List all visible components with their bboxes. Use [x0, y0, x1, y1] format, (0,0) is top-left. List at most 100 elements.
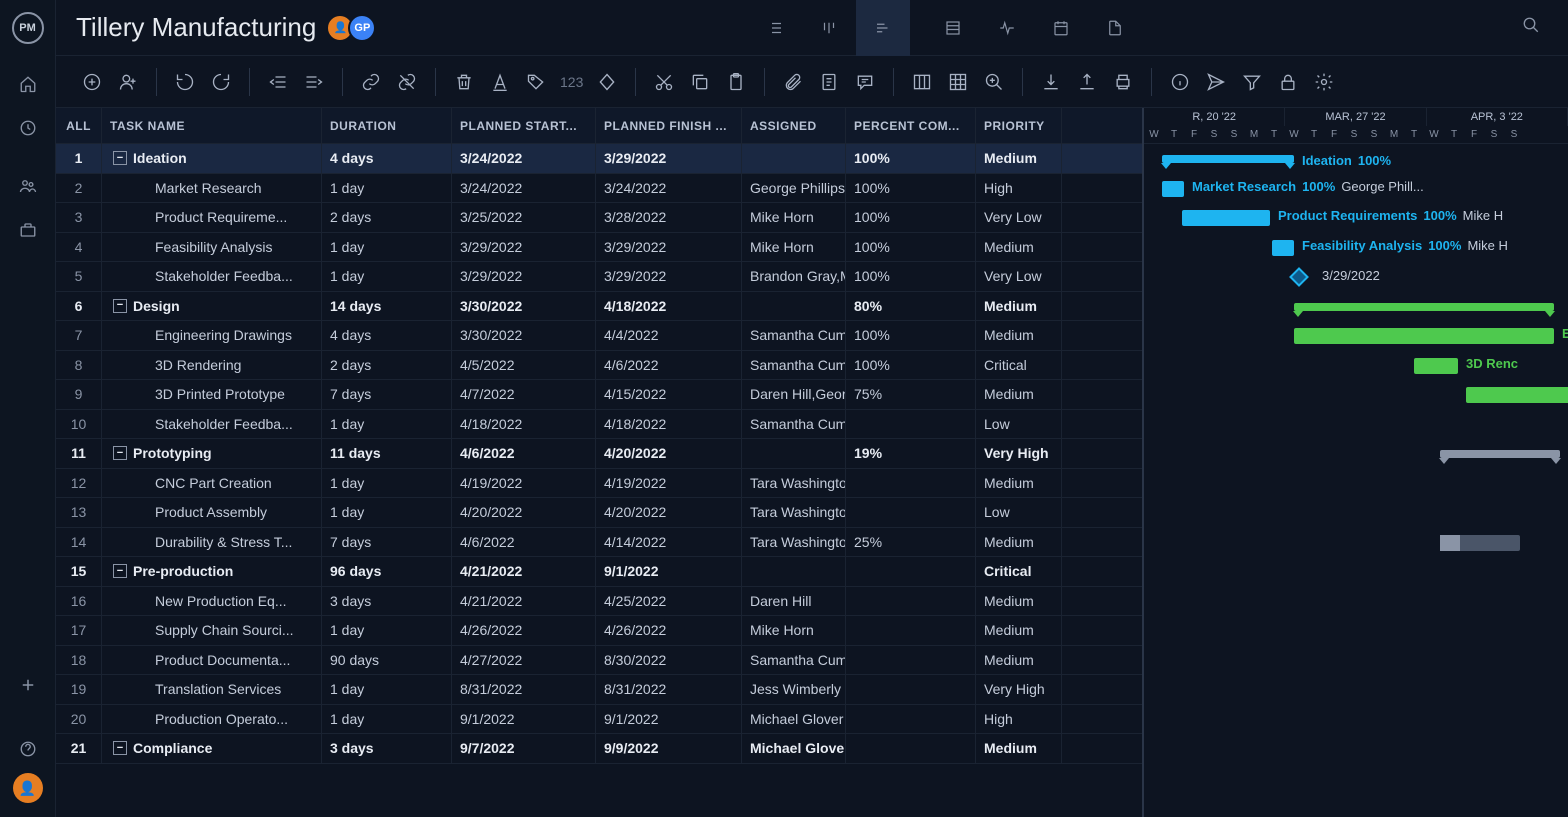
task-row[interactable]: 1 −Ideation 4 days 3/24/2022 3/29/2022 1…: [56, 144, 1142, 174]
info-icon[interactable]: [1164, 66, 1196, 98]
settings-icon[interactable]: [1308, 66, 1340, 98]
collapse-icon[interactable]: −: [113, 564, 127, 578]
view-calendar-icon[interactable]: [1034, 0, 1088, 56]
task-row[interactable]: 4 Feasibility Analysis 1 day 3/29/2022 3…: [56, 233, 1142, 263]
col-duration[interactable]: DURATION: [322, 108, 452, 143]
task-row[interactable]: 16 New Production Eq... 3 days 4/21/2022…: [56, 587, 1142, 617]
task-row[interactable]: 10 Stakeholder Feedba... 1 day 4/18/2022…: [56, 410, 1142, 440]
col-percent[interactable]: PERCENT COM...: [846, 108, 976, 143]
task-grid[interactable]: ALL TASK NAME DURATION PLANNED START... …: [56, 108, 1142, 817]
comment-icon[interactable]: [849, 66, 881, 98]
project-avatars[interactable]: 👤 GP: [332, 14, 376, 42]
gantt-chart[interactable]: R, 20 '22MAR, 27 '22APR, 3 '22 WTFSSMTWT…: [1142, 108, 1568, 817]
columns-icon[interactable]: [906, 66, 938, 98]
task-row[interactable]: 17 Supply Chain Sourci... 1 day 4/26/202…: [56, 616, 1142, 646]
task-row[interactable]: 11 −Prototyping 11 days 4/6/2022 4/20/20…: [56, 439, 1142, 469]
gantt-row: Ideation100%: [1144, 144, 1568, 174]
gantt-bar[interactable]: Product Requirements100%Mike H: [1182, 210, 1270, 226]
task-row[interactable]: 3 Product Requireme... 2 days 3/25/2022 …: [56, 203, 1142, 233]
collapse-icon[interactable]: −: [113, 151, 127, 165]
copy-icon[interactable]: [684, 66, 716, 98]
view-activity-icon[interactable]: [980, 0, 1034, 56]
lock-icon[interactable]: [1272, 66, 1304, 98]
indent-icon[interactable]: [298, 66, 330, 98]
gantt-bar[interactable]: [1294, 303, 1554, 311]
collapse-icon[interactable]: −: [113, 299, 127, 313]
export-icon[interactable]: [1071, 66, 1103, 98]
task-row[interactable]: 9 3D Printed Prototype 7 days 4/7/2022 4…: [56, 380, 1142, 410]
undo-icon[interactable]: [169, 66, 201, 98]
collapse-icon[interactable]: −: [113, 446, 127, 460]
task-row[interactable]: 12 CNC Part Creation 1 day 4/19/2022 4/1…: [56, 469, 1142, 499]
task-row[interactable]: 6 −Design 14 days 3/30/2022 4/18/2022 80…: [56, 292, 1142, 322]
task-row[interactable]: 5 Stakeholder Feedba... 1 day 3/29/2022 …: [56, 262, 1142, 292]
app-logo[interactable]: PM: [12, 12, 44, 44]
col-start[interactable]: PLANNED START...: [452, 108, 596, 143]
grid-icon[interactable]: [942, 66, 974, 98]
clock-icon[interactable]: [8, 108, 48, 148]
gantt-bar[interactable]: [1466, 387, 1568, 403]
col-priority[interactable]: PRIORITY: [976, 108, 1062, 143]
zoom-in-icon[interactable]: [978, 66, 1010, 98]
outdent-icon[interactable]: [262, 66, 294, 98]
milestone-diamond[interactable]: [1289, 267, 1309, 287]
users-icon[interactable]: [8, 166, 48, 206]
filter-icon[interactable]: [1236, 66, 1268, 98]
collapse-icon[interactable]: −: [113, 741, 127, 755]
view-sheet-icon[interactable]: [926, 0, 980, 56]
task-row[interactable]: 18 Product Documenta... 90 days 4/27/202…: [56, 646, 1142, 676]
task-row[interactable]: 19 Translation Services 1 day 8/31/2022 …: [56, 675, 1142, 705]
gantt-bar[interactable]: Market Research100%George Phill...: [1162, 181, 1184, 197]
help-icon[interactable]: [8, 729, 48, 769]
gantt-bar[interactable]: 3D Renc: [1414, 358, 1458, 374]
task-row[interactable]: 13 Product Assembly 1 day 4/20/2022 4/20…: [56, 498, 1142, 528]
view-board-icon[interactable]: [802, 0, 856, 56]
gantt-bar[interactable]: [1440, 535, 1520, 551]
gantt-bar[interactable]: Ideation100%: [1162, 155, 1294, 163]
add-icon[interactable]: [8, 665, 48, 705]
col-assigned[interactable]: ASSIGNED: [742, 108, 846, 143]
col-all[interactable]: ALL: [56, 108, 102, 143]
task-row[interactable]: 15 −Pre-production 96 days 4/21/2022 9/1…: [56, 557, 1142, 587]
task-row[interactable]: 2 Market Research 1 day 3/24/2022 3/24/2…: [56, 174, 1142, 204]
view-list-icon[interactable]: [748, 0, 802, 56]
view-gantt-icon[interactable]: [856, 0, 910, 56]
task-row[interactable]: 20 Production Operato... 1 day 9/1/2022 …: [56, 705, 1142, 735]
gantt-bar[interactable]: Feasibility Analysis100%Mike H: [1272, 240, 1294, 256]
gantt-row: [1144, 410, 1568, 440]
search-icon[interactable]: [1514, 8, 1548, 47]
gantt-bar[interactable]: Engineering D: [1294, 328, 1554, 344]
avatar-2[interactable]: GP: [348, 14, 376, 42]
tag-icon[interactable]: [520, 66, 552, 98]
delete-icon[interactable]: [448, 66, 480, 98]
briefcase-icon[interactable]: [8, 210, 48, 250]
col-finish[interactable]: PLANNED FINISH ...: [596, 108, 742, 143]
paste-icon[interactable]: [720, 66, 752, 98]
task-row[interactable]: 21 −Compliance 3 days 9/7/2022 9/9/2022 …: [56, 734, 1142, 764]
link-icon[interactable]: [355, 66, 387, 98]
task-row[interactable]: 7 Engineering Drawings 4 days 3/30/2022 …: [56, 321, 1142, 351]
gantt-bar[interactable]: [1440, 450, 1560, 458]
gantt-row: 3/29/2022: [1144, 262, 1568, 292]
print-icon[interactable]: [1107, 66, 1139, 98]
user-avatar[interactable]: 👤: [13, 773, 43, 803]
add-task-icon[interactable]: [76, 66, 108, 98]
top-header: Tillery Manufacturing 👤 GP: [56, 0, 1568, 56]
home-icon[interactable]: [8, 64, 48, 104]
text-icon[interactable]: [484, 66, 516, 98]
unlink-icon[interactable]: [391, 66, 423, 98]
gantt-row: [1144, 439, 1568, 469]
add-person-icon[interactable]: [112, 66, 144, 98]
milestone-icon[interactable]: [591, 66, 623, 98]
send-icon[interactable]: [1200, 66, 1232, 98]
cut-icon[interactable]: [648, 66, 680, 98]
col-name[interactable]: TASK NAME: [102, 108, 322, 143]
redo-icon[interactable]: [205, 66, 237, 98]
task-row[interactable]: 8 3D Rendering 2 days 4/5/2022 4/6/2022 …: [56, 351, 1142, 381]
view-file-icon[interactable]: [1088, 0, 1142, 56]
notes-icon[interactable]: [813, 66, 845, 98]
gantt-row: [1144, 646, 1568, 676]
import-icon[interactable]: [1035, 66, 1067, 98]
task-row[interactable]: 14 Durability & Stress T... 7 days 4/6/2…: [56, 528, 1142, 558]
attachment-icon[interactable]: [777, 66, 809, 98]
